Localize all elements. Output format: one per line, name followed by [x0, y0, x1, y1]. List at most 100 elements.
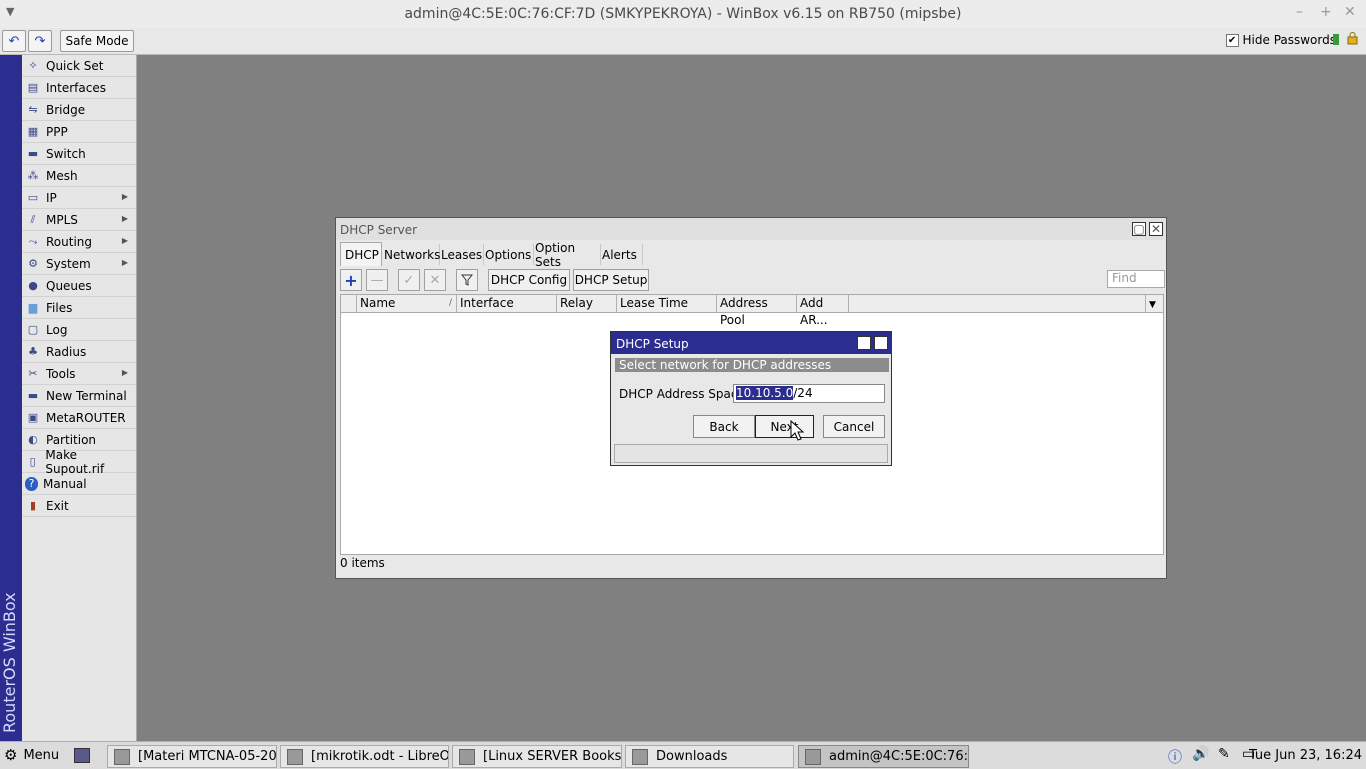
- window-title: admin@4C:5E:0C:76:CF:7D (SMKYPEKROYA) - …: [404, 6, 962, 22]
- undo-button[interactable]: ↶: [2, 30, 26, 52]
- setup-status-bar: [614, 444, 888, 463]
- sidebar-item-label: Routing: [46, 234, 93, 249]
- sidebar-item-ppp[interactable]: ▦ PPP: [22, 121, 136, 143]
- sidebar-item-files[interactable]: ▆ Files: [22, 297, 136, 319]
- sidebar-item-metarouter[interactable]: ▣ MetaROUTER: [22, 407, 136, 429]
- main-toolbar: ↶ ↷ Safe Mode ✔ Hide Passwords: [0, 28, 1366, 55]
- mesh-icon: ⁂: [27, 169, 39, 182]
- taskbar-item[interactable]: Downloads: [625, 745, 794, 768]
- column-header[interactable]: Relay: [557, 295, 617, 312]
- tab-leases[interactable]: Leases: [437, 244, 484, 265]
- redo-button[interactable]: ↷: [28, 30, 52, 52]
- find-input[interactable]: Find: [1107, 270, 1165, 288]
- close-icon[interactable]: ✕: [874, 336, 888, 350]
- ppp-icon: ▦: [27, 125, 39, 138]
- tab-dhcp[interactable]: DHCP: [340, 242, 382, 266]
- column-header[interactable]: Add AR...: [797, 295, 849, 327]
- enable-button[interactable]: ✓: [398, 269, 420, 291]
- tab-options[interactable]: Options: [481, 244, 534, 265]
- start-menu-button[interactable]: ⚙ Menu: [4, 746, 59, 764]
- dhcp-server-titlebar[interactable]: DHCP Server ▢ ✕: [336, 218, 1166, 240]
- taskbar-item-label: admin@4C:5E:0C:76:C...: [829, 749, 968, 764]
- sidebar-item-label: Switch: [46, 146, 86, 161]
- back-button[interactable]: Back: [693, 415, 755, 438]
- maximize-icon[interactable]: ▢: [1132, 222, 1146, 236]
- disable-button[interactable]: ✕: [424, 269, 446, 291]
- sidebar-item-queues[interactable]: ● Queues: [22, 275, 136, 297]
- volume-icon[interactable]: 🔊: [1192, 746, 1209, 762]
- dhcp-setup-titlebar[interactable]: DHCP Setup ▢ ✕: [611, 332, 891, 354]
- table-header: Name / Interface Relay Lease Time Addres…: [341, 295, 1163, 327]
- address-space-label: DHCP Address Space:: [619, 387, 749, 401]
- address-space-input[interactable]: 10.10.5.0/24: [733, 384, 885, 403]
- network-icon[interactable]: ⓘ: [1168, 747, 1182, 767]
- switch-icon: ▬: [27, 147, 39, 160]
- column-chooser[interactable]: ▼: [1145, 295, 1163, 312]
- safe-mode-button[interactable]: Safe Mode: [60, 30, 134, 52]
- tab-option-sets[interactable]: Option Sets: [531, 241, 601, 269]
- cancel-button[interactable]: Cancel: [823, 415, 885, 438]
- column-header[interactable]: Name /: [357, 295, 457, 312]
- hide-passwords-checkbox[interactable]: ✔: [1225, 33, 1239, 47]
- side-menu: ✧ Quick Set ▤ Interfaces ⇋ Bridge ▦ PPP ▬ Switch ⁂…: [22, 55, 137, 741]
- sidebar-item-label: Manual: [43, 476, 87, 491]
- brand-text: RouterOS WinBox: [0, 592, 19, 733]
- undo-icon: ↶: [8, 33, 20, 49]
- sidebar-item-exit[interactable]: ▮ Exit: [22, 495, 136, 517]
- hide-passwords-toggle[interactable]: ✔ Hide Passwords: [1225, 33, 1336, 47]
- gear-icon: ⚙: [28, 257, 38, 270]
- dhcp-setup-button[interactable]: DHCP Setup: [573, 269, 649, 291]
- next-button[interactable]: Next: [755, 415, 814, 438]
- pen-icon[interactable]: ✎: [1218, 746, 1230, 762]
- remove-button[interactable]: —: [366, 269, 388, 291]
- wand-icon: ✧: [28, 59, 38, 72]
- sidebar-item-log[interactable]: ▢ Log: [22, 319, 136, 341]
- sidebar-item-manual[interactable]: ? Manual: [22, 473, 136, 495]
- tab-networks[interactable]: Networks: [380, 244, 440, 265]
- column-header[interactable]: Lease Time: [617, 295, 717, 312]
- dhcp-config-button[interactable]: DHCP Config: [488, 269, 570, 291]
- sidebar-item-tools[interactable]: ✂ Tools ▶: [22, 363, 136, 385]
- sidebar-item-mpls[interactable]: ⫽ MPLS ▶: [22, 209, 136, 231]
- setup-step-header: Select network for DHCP addresses: [615, 358, 889, 372]
- taskbar-item[interactable]: admin@4C:5E:0C:76:C...: [798, 745, 969, 768]
- sidebar-item-make-supout-rif[interactable]: ▯ Make Supout.rif: [22, 447, 136, 476]
- sidebar-item-label: Make Supout.rif: [45, 447, 105, 476]
- filter-button[interactable]: [456, 269, 478, 291]
- column-header[interactable]: Address Pool: [717, 295, 797, 327]
- tab-alerts[interactable]: Alerts: [598, 244, 643, 265]
- sidebar-item-mesh[interactable]: ⁂ Mesh: [22, 165, 136, 187]
- sidebar-item-label: Tools: [46, 366, 76, 381]
- taskbar-item[interactable]: [Materi MTCNA-05-20...: [107, 745, 277, 768]
- add-button[interactable]: +: [340, 269, 362, 291]
- sidebar-item-radius[interactable]: ♣ Radius: [22, 341, 136, 363]
- sidebar-item-quick-set[interactable]: ✧ Quick Set: [22, 55, 136, 77]
- close-icon[interactable]: ✕: [1149, 222, 1163, 236]
- close-icon[interactable]: ✕: [1344, 4, 1356, 20]
- clock[interactable]: Tue Jun 23, 16:24: [1249, 748, 1362, 763]
- status-bar: 0 items: [340, 556, 385, 570]
- taskbar-item[interactable]: [Linux SERVER Books]: [452, 745, 622, 768]
- dhcp-server-title: DHCP Server: [340, 223, 418, 237]
- sidebar-item-ip[interactable]: ▭ IP ▶: [22, 187, 136, 209]
- minimize-icon[interactable]: –: [1296, 4, 1303, 20]
- terminal-launcher-icon[interactable]: [74, 748, 90, 763]
- radius-icon: ♣: [28, 345, 38, 358]
- sidebar-item-system[interactable]: ⚙ System ▶: [22, 253, 136, 275]
- filter-icon: [461, 274, 473, 286]
- sidebar-item-bridge[interactable]: ⇋ Bridge: [22, 99, 136, 121]
- taskbar-item[interactable]: [mikrotik.odt - LibreOf...: [280, 745, 449, 768]
- sidebar-item-routing[interactable]: ⤳ Routing ▶: [22, 231, 136, 253]
- gear-icon: ⚙: [4, 746, 18, 764]
- column-header[interactable]: Interface: [457, 295, 557, 312]
- taskbar: ⚙ Menu [Materi MTCNA-05-20... [mikrotik.o…: [0, 741, 1366, 769]
- sidebar-item-interfaces[interactable]: ▤ Interfaces: [22, 77, 136, 99]
- sidebar-item-switch[interactable]: ▬ Switch: [22, 143, 136, 165]
- maximize-icon[interactable]: ▢: [857, 336, 871, 350]
- app-icon: [805, 748, 821, 765]
- maximize-icon[interactable]: +: [1320, 4, 1332, 20]
- help-icon: ?: [25, 476, 38, 491]
- sidebar-item-label: Radius: [46, 344, 87, 359]
- app-icon: [114, 748, 130, 765]
- sidebar-item-new-terminal[interactable]: ▬ New Terminal: [22, 385, 136, 407]
